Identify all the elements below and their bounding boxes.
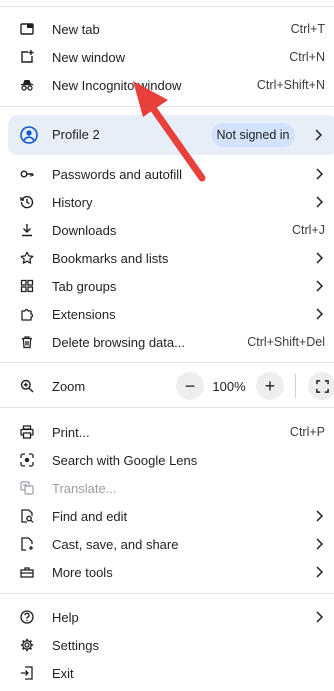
menu-item-exit[interactable]: Exit (0, 659, 334, 687)
gear-icon (20, 638, 34, 652)
find-icon (20, 509, 34, 523)
menu-item-label: New tab (52, 22, 100, 37)
menu-item-label: Find and edit (52, 509, 128, 524)
exit-icon (20, 666, 34, 680)
profile-row[interactable]: Profile 2 Not signed in (8, 115, 334, 155)
divider (0, 362, 334, 363)
history-icon (20, 195, 34, 209)
menu-item-label: Delete browsing data... (52, 335, 185, 350)
menu-item-more-tools[interactable]: More tools (0, 558, 334, 586)
shortcut-label: Ctrl+P (289, 425, 325, 439)
divider (0, 6, 334, 7)
shortcut-label: Ctrl+J (292, 223, 325, 237)
profile-icon (20, 126, 38, 144)
zoom-icon (20, 379, 34, 393)
menu-item-settings[interactable]: Settings (0, 631, 334, 659)
menu-item-label: Help (52, 610, 79, 625)
zoom-out-button[interactable]: − (176, 372, 204, 400)
menu-item-new-tab[interactable]: New tab Ctrl+T (0, 15, 334, 43)
divider (0, 407, 334, 408)
menu-item-downloads[interactable]: Downloads Ctrl+J (0, 216, 334, 244)
menu-item-label: Search with Google Lens (52, 453, 198, 468)
menu-item-label: New Incognito window (52, 78, 182, 93)
fullscreen-button[interactable] (308, 372, 334, 400)
menu-item-translate: Translate... (0, 474, 334, 502)
menu-item-label: Downloads (52, 223, 117, 238)
menu-item-extensions[interactable]: Extensions (0, 300, 334, 328)
menu-item-label: Bookmarks and lists (52, 251, 169, 266)
menu-item-label: Translate... (52, 481, 117, 496)
lens-icon (20, 453, 34, 467)
menu-item-tab-groups[interactable]: Tab groups (0, 272, 334, 300)
menu-item-cast-save-and-share[interactable]: Cast, save, and share (0, 530, 334, 558)
menu-item-label: History (52, 195, 93, 210)
menu-item-label: Extensions (52, 307, 116, 322)
menu-item-new-incognito-window[interactable]: New Incognito window Ctrl+Shift+N (0, 71, 334, 99)
chevron-right-icon (316, 280, 323, 292)
menu-item-delete-browsing-data[interactable]: Delete browsing data... Ctrl+Shift+Del (0, 328, 334, 356)
shortcut-label: Ctrl+Shift+N (256, 78, 325, 92)
shortcut-label: Ctrl+Shift+Del (247, 335, 325, 349)
chevron-right-icon (316, 510, 323, 522)
star-icon (20, 251, 34, 265)
menu-item-history[interactable]: History (0, 188, 334, 216)
toolbox-icon (20, 565, 34, 579)
sign-in-status-badge[interactable]: Not signed in (211, 123, 295, 147)
shortcut-label: Ctrl+N (289, 50, 325, 64)
incognito-icon (20, 78, 34, 92)
zoom-row: Zoom − 100% + (0, 372, 334, 400)
chevron-right-icon (315, 129, 322, 141)
menu-item-label: Passwords and autofill (52, 167, 183, 182)
chevron-right-icon (316, 252, 323, 264)
menu-item-passwords-and-autofill[interactable]: Passwords and autofill (0, 160, 334, 188)
zoom-label: Zoom (52, 379, 86, 394)
fullscreen-icon (315, 379, 329, 393)
profile-name: Profile 2 (52, 127, 100, 142)
chevron-right-icon (316, 538, 323, 550)
help-icon (20, 610, 34, 624)
menu-item-find-and-edit[interactable]: Find and edit (0, 502, 334, 530)
chevron-right-icon (316, 308, 323, 320)
chevron-right-icon (316, 168, 323, 180)
divider (295, 374, 296, 398)
trash-icon (20, 335, 34, 349)
menu-item-label: Exit (52, 666, 74, 681)
tab-groups-icon (20, 279, 34, 293)
key-icon (20, 167, 34, 181)
print-icon (20, 425, 34, 439)
menu-item-search-with-google-lens[interactable]: Search with Google Lens (0, 446, 334, 474)
menu-item-new-window[interactable]: New window Ctrl+N (0, 43, 334, 71)
menu-item-help[interactable]: Help (0, 603, 334, 631)
menu-item-label: Print... (52, 425, 90, 440)
menu-item-label: Settings (52, 638, 99, 653)
divider (0, 106, 334, 107)
zoom-in-button[interactable]: + (256, 372, 284, 400)
menu-item-label: New window (52, 50, 125, 65)
divider (0, 593, 334, 594)
download-icon (20, 223, 34, 237)
zoom-level: 100% (212, 379, 246, 394)
chevron-right-icon (316, 566, 323, 578)
menu-item-bookmarks-and-lists[interactable]: Bookmarks and lists (0, 244, 334, 272)
new-window-icon (20, 50, 34, 64)
menu-item-label: More tools (52, 565, 113, 580)
chrome-main-menu: New tab Ctrl+T New window Ctrl+N New Inc… (0, 0, 334, 691)
cast-icon (20, 537, 34, 551)
chevron-right-icon (316, 611, 323, 623)
translate-icon (20, 481, 34, 495)
shortcut-label: Ctrl+T (290, 22, 325, 36)
menu-item-print[interactable]: Print... Ctrl+P (0, 418, 334, 446)
menu-item-label: Tab groups (52, 279, 117, 294)
chevron-right-icon (316, 196, 323, 208)
menu-item-label: Cast, save, and share (52, 537, 179, 552)
new-tab-icon (20, 22, 34, 36)
puzzle-icon (20, 307, 34, 321)
